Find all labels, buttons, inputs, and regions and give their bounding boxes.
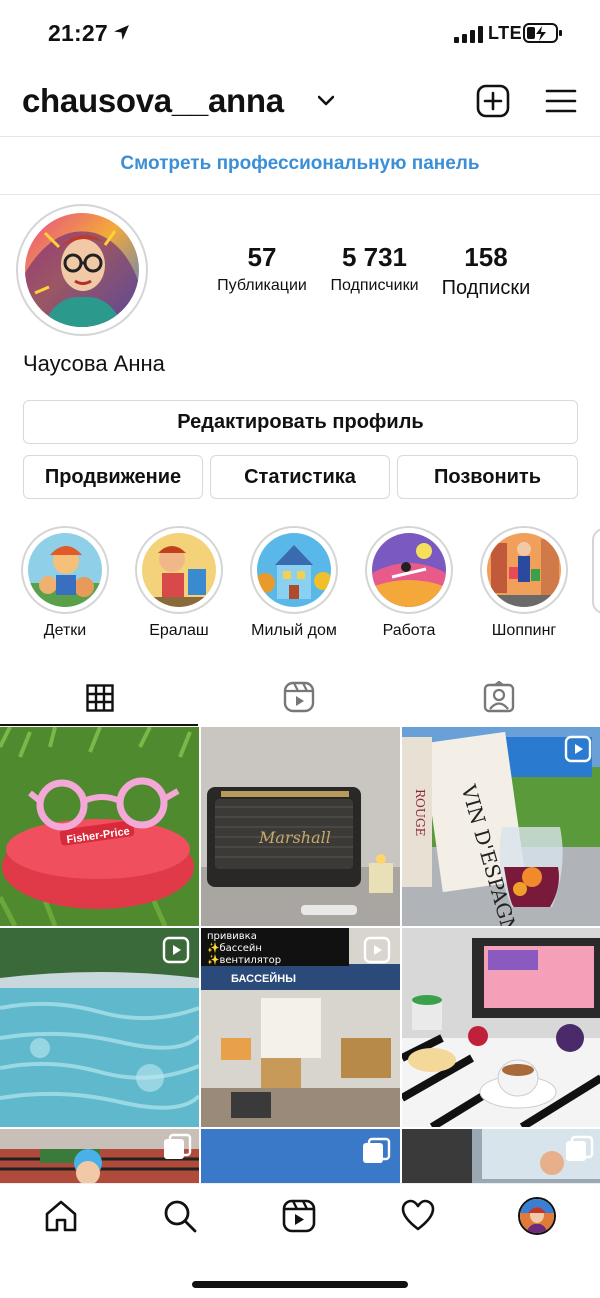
avatar-image — [25, 213, 139, 327]
profile-full-name: Чаусова Анна — [23, 351, 165, 376]
menu-icon[interactable] — [545, 88, 577, 114]
post3-text-b: ROUGE — [413, 789, 427, 836]
profile-header: chausova__anna — [0, 68, 600, 137]
stat-following[interactable]: 158 Подписки — [432, 242, 540, 300]
post5-caption-1: прививка — [207, 931, 257, 942]
highlight-ring — [365, 526, 453, 614]
highlight-ring — [480, 526, 568, 614]
highlight-ring — [21, 526, 109, 614]
status-time: 21:27 — [48, 20, 108, 46]
highlight-label: Шоппинг — [491, 622, 557, 639]
location-arrow-icon — [114, 25, 129, 40]
post-thumbnail[interactable] — [402, 1129, 600, 1183]
posts-grid: Fisher-Price Marshall VIN D'ESPAGNE ROUG… — [0, 727, 600, 1183]
highlight-item[interactable]: Ералаш — [131, 526, 227, 640]
battery-charging-icon — [523, 23, 562, 43]
new-post-icon[interactable] — [476, 84, 510, 118]
following-count: 158 — [464, 242, 508, 272]
posts-label: Публикации — [217, 277, 307, 294]
reels-icon[interactable] — [281, 1198, 317, 1234]
highlight-cover — [487, 533, 561, 607]
cellular-signal-icon — [454, 26, 483, 43]
highlight-label: Милый дом — [251, 622, 337, 639]
grid-icon — [86, 684, 114, 712]
professional-dashboard-link[interactable]: Смотреть профессиональную панель — [0, 137, 600, 195]
statistics-button[interactable]: Статистика — [210, 455, 390, 499]
promote-button[interactable]: Продвижение — [23, 455, 203, 499]
followers-label: Подписчики — [330, 277, 419, 294]
post-thumbnail[interactable] — [402, 928, 600, 1127]
highlight-label: Работа — [382, 622, 436, 639]
home-indicator[interactable] — [192, 1281, 408, 1288]
post5-caption-3: ✨вентилятор — [207, 954, 281, 966]
avatar — [520, 1199, 554, 1233]
call-button[interactable]: Позвонить — [397, 455, 578, 499]
highlight-item[interactable]: Детки — [17, 526, 113, 640]
reels-icon — [283, 681, 315, 713]
tagged-person-icon — [483, 681, 515, 713]
tab-tagged[interactable] — [400, 668, 600, 726]
tab-posts-grid[interactable] — [0, 668, 200, 726]
followers-count: 5 731 — [341, 242, 408, 272]
stat-posts[interactable]: 57 Публикации — [206, 242, 318, 295]
post-thumbnail[interactable] — [0, 928, 199, 1127]
account-username[interactable]: chausova__anna — [22, 82, 284, 120]
highlight-cover — [257, 533, 331, 607]
post-thumbnail[interactable]: Fisher-Price — [0, 727, 199, 926]
search-icon[interactable] — [162, 1198, 198, 1234]
heart-icon[interactable] — [400, 1198, 436, 1234]
highlight-item-partial[interactable] — [592, 528, 600, 614]
highlight-cover — [28, 533, 102, 607]
status-bar: 21:27 LTE — [0, 0, 600, 68]
post-thumbnail[interactable]: Marshall — [201, 727, 400, 926]
highlight-item[interactable]: Шоппинг — [476, 526, 572, 640]
following-label: Подписки — [441, 277, 531, 299]
stat-followers[interactable]: 5 731 Подписчики — [321, 242, 428, 295]
highlight-cover — [142, 533, 216, 607]
highlight-item[interactable]: Милый дом — [246, 526, 342, 640]
edit-profile-button[interactable]: Редактировать профиль — [23, 400, 578, 444]
profile-avatar[interactable] — [16, 204, 148, 336]
home-icon[interactable] — [43, 1198, 79, 1234]
post-thumbnail[interactable]: VIN D'ESPAGNE ROUGE — [402, 727, 600, 926]
post2-brand: Marshall — [258, 828, 331, 847]
network-type: LTE — [488, 23, 523, 43]
highlight-ring — [250, 526, 338, 614]
active-tab-indicator — [0, 724, 198, 726]
tab-reels[interactable] — [200, 668, 400, 726]
post-thumbnail[interactable]: БАССЕЙНЫ прививка ✨бассейн ✨вентилятор — [201, 928, 400, 1127]
profile-tabs — [0, 668, 600, 726]
post5-caption-2: ✨бассейн — [207, 942, 262, 954]
profile-avatar-tab[interactable] — [518, 1197, 556, 1235]
highlight-label: Детки — [43, 622, 87, 639]
chevron-down-icon[interactable] — [318, 95, 334, 107]
post-thumbnail[interactable] — [201, 1129, 400, 1183]
post5-sign: БАССЕЙНЫ — [231, 972, 296, 985]
posts-count: 57 — [247, 242, 277, 272]
highlight-label: Ералаш — [149, 622, 209, 639]
post-thumbnail[interactable] — [0, 1129, 199, 1183]
highlight-cover — [372, 533, 446, 607]
highlight-item[interactable]: Работа — [361, 526, 457, 640]
highlight-ring — [135, 526, 223, 614]
